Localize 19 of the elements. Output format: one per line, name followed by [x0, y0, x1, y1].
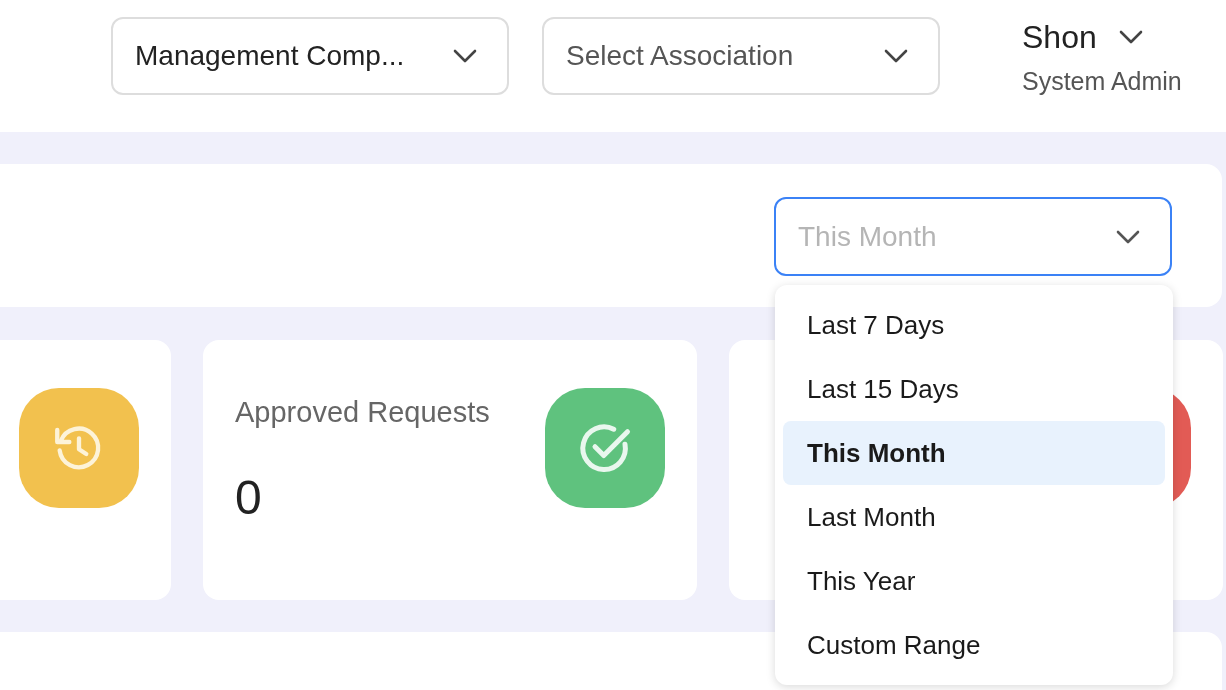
- stat-title: Approved Requests: [235, 395, 491, 430]
- dropdown-option[interactable]: Last 7 Days: [783, 293, 1165, 357]
- dropdown-option[interactable]: Last 15 Days: [783, 357, 1165, 421]
- dropdown-option[interactable]: Last Month: [783, 485, 1165, 549]
- stat-value: 0: [235, 470, 263, 526]
- company-select[interactable]: Management Comp...: [111, 17, 509, 95]
- select-placeholder: Select Association: [566, 39, 794, 73]
- select-value: Management Comp...: [135, 39, 405, 73]
- select-placeholder: This Month: [798, 219, 937, 254]
- chevron-down-icon: [453, 49, 477, 63]
- user-role: System Admin: [1022, 66, 1182, 97]
- dropdown-option[interactable]: This Month: [783, 421, 1165, 485]
- chevron-down-icon: [1118, 30, 1143, 44]
- chevron-down-icon: [1116, 229, 1140, 244]
- dropdown-option[interactable]: This Year: [783, 549, 1165, 613]
- user-name[interactable]: Shon: [1022, 13, 1097, 61]
- chevron-down-icon: [884, 49, 908, 63]
- association-select[interactable]: Select Association: [542, 17, 940, 95]
- dropdown-option[interactable]: Custom Range: [783, 613, 1165, 677]
